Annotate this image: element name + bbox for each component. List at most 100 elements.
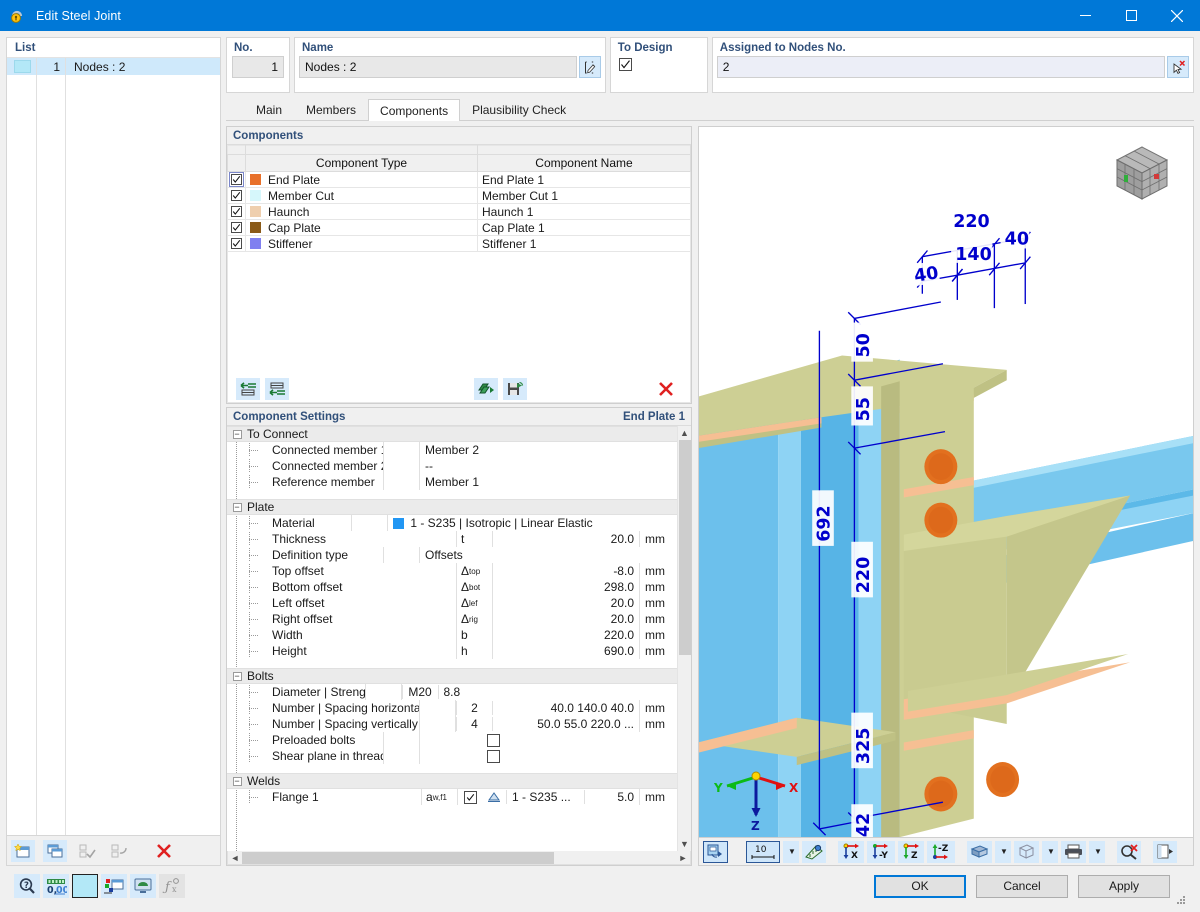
property-row-right-offset[interactable]: Right offset Δrig 20.0 mm: [227, 611, 677, 627]
row-component-name[interactable]: Haunch 1: [478, 204, 691, 220]
tab-members[interactable]: Members: [294, 99, 368, 120]
shear-plane-checkbox[interactable]: [487, 750, 500, 763]
scroll-up-arrow-icon[interactable]: ▲: [678, 426, 692, 440]
property-value[interactable]: 20.0: [493, 595, 639, 611]
view-in-z-icon[interactable]: Z: [898, 841, 924, 863]
ok-button[interactable]: OK: [874, 875, 966, 898]
table-row[interactable]: Cap Plate Cap Plate 1: [228, 220, 691, 236]
import-component-icon[interactable]: [474, 378, 498, 400]
preloaded-bolts-cell[interactable]: [420, 734, 566, 747]
view-in-negative-y-icon[interactable]: -Y: [867, 841, 895, 863]
weld-enabled-cell[interactable]: [458, 791, 482, 804]
weld-fillet-icon[interactable]: [482, 791, 506, 803]
row-component-type[interactable]: End Plate: [246, 172, 478, 188]
navigation-cube[interactable]: [1109, 142, 1175, 204]
insert-component-below-icon[interactable]: [265, 378, 289, 400]
property-value[interactable]: 20.0: [493, 531, 639, 547]
name-input[interactable]: Nodes : 2: [299, 56, 577, 78]
view-in-x-icon[interactable]: X: [838, 841, 864, 863]
property-row-connected-member-1[interactable]: Connected member 1 Member 2: [227, 442, 677, 458]
row-component-type[interactable]: Cap Plate: [246, 220, 478, 236]
no-input[interactable]: 1: [232, 56, 284, 78]
bolt-spacing-horizontal[interactable]: 40.0 140.0 40.0: [493, 700, 639, 716]
property-value[interactable]: 220.0: [493, 627, 639, 643]
edit-pencil-icon[interactable]: [579, 56, 601, 78]
property-value[interactable]: Member 1: [420, 474, 566, 490]
property-value[interactable]: -8.0: [493, 563, 639, 579]
property-grid[interactable]: − To Connect Connected member 1 Member 2: [227, 426, 691, 851]
hscroll-thumb[interactable]: [242, 852, 554, 864]
print-dropdown-arrow-icon[interactable]: ▼: [1089, 841, 1105, 863]
weld-thickness[interactable]: 5.0: [584, 790, 639, 804]
table-row[interactable]: Stiffener Stiffener 1: [228, 236, 691, 252]
row-checkbox-cell[interactable]: [228, 204, 246, 220]
list-item[interactable]: 1 Nodes : 2: [7, 58, 220, 75]
list-body[interactable]: 1 Nodes : 2: [7, 58, 220, 835]
pick-node-icon[interactable]: [1167, 56, 1189, 78]
bolt-strength-grade-value[interactable]: 8.8: [439, 684, 585, 700]
row-component-name[interactable]: End Plate 1: [478, 172, 691, 188]
row-checkbox[interactable]: [231, 238, 242, 249]
save-component-icon[interactable]: [503, 378, 527, 400]
property-row-diameter-strength-grade[interactable]: Diameter | Strength grade M20 8.8: [227, 684, 677, 700]
preloaded-bolts-checkbox[interactable]: [487, 734, 500, 747]
property-value[interactable]: Offsets: [420, 547, 566, 563]
insert-component-above-icon[interactable]: [236, 378, 260, 400]
render-mode-icon[interactable]: [703, 841, 728, 863]
resize-grip[interactable]: [1176, 894, 1186, 904]
property-row-number-spacing-vertically[interactable]: Number | Spacing vertically 4 50.0 55.0 …: [227, 716, 677, 732]
table-row[interactable]: Haunch Haunch 1: [228, 204, 691, 220]
property-value[interactable]: 20.0: [493, 611, 639, 627]
property-row-top-offset[interactable]: Top offset Δtop -8.0 mm: [227, 563, 677, 579]
new-joint-icon[interactable]: [11, 840, 35, 862]
cancel-button[interactable]: Cancel: [976, 875, 1068, 898]
tab-main[interactable]: Main: [244, 99, 294, 120]
row-checkbox[interactable]: [231, 174, 242, 185]
row-checkbox-cell[interactable]: [228, 188, 246, 204]
row-checkbox-cell[interactable]: [228, 220, 246, 236]
property-value[interactable]: 1 - S235 | Isotropic | Linear Elastic: [388, 515, 597, 531]
scroll-left-arrow-icon[interactable]: ◄: [228, 853, 242, 863]
to-design-checkbox[interactable]: [619, 58, 632, 71]
tab-components[interactable]: Components: [368, 99, 460, 121]
row-component-type[interactable]: Stiffener: [246, 236, 478, 252]
apply-button[interactable]: Apply: [1078, 875, 1170, 898]
bolt-count-vertical[interactable]: 4: [456, 717, 493, 731]
row-checkbox[interactable]: [231, 222, 242, 233]
collapse-toggle-icon[interactable]: −: [227, 672, 247, 681]
wireframe-box-icon[interactable]: [1014, 841, 1039, 863]
row-checkbox-cell[interactable]: [228, 236, 246, 252]
property-value[interactable]: 298.0: [493, 579, 639, 595]
display-style-dropdown-arrow-icon[interactable]: ▼: [995, 841, 1011, 863]
row-component-name[interactable]: Member Cut 1: [478, 188, 691, 204]
property-value[interactable]: --: [420, 458, 566, 474]
property-grid-vscrollbar[interactable]: ▲ ▼: [677, 426, 691, 851]
property-row-connected-member-2[interactable]: Connected member 2 --: [227, 458, 677, 474]
property-row-flange-1[interactable]: Flange 1 aw,f1: [227, 789, 677, 805]
show-panel-icon[interactable]: [1153, 841, 1177, 863]
property-grid-hscrollbar[interactable]: ◄ ►: [227, 851, 691, 865]
help-icon[interactable]: ?: [14, 874, 40, 898]
dimension-scale-icon[interactable]: 10: [746, 841, 780, 863]
property-row-reference-member[interactable]: Reference member Member 1: [227, 474, 677, 490]
delete-component-icon[interactable]: [654, 378, 678, 400]
property-row-left-offset[interactable]: Left offset Δlef 20.0 mm: [227, 595, 677, 611]
collapse-toggle-icon[interactable]: −: [227, 430, 247, 439]
property-row-shear-plane-in-thread[interactable]: Shear plane in thread: [227, 748, 677, 764]
vscroll-thumb[interactable]: [679, 440, 691, 655]
weld-enabled-checkbox[interactable]: [464, 791, 477, 804]
delete-joint-icon[interactable]: [152, 840, 176, 862]
row-component-name[interactable]: Cap Plate 1: [478, 220, 691, 236]
view-in-negative-z-icon[interactable]: -Z: [927, 841, 955, 863]
bolt-spacing-vertical[interactable]: 50.0 55.0 220.0 ...: [493, 716, 639, 732]
collapse-toggle-icon[interactable]: −: [227, 777, 247, 786]
property-row-bottom-offset[interactable]: Bottom offset Δbot 298.0 mm: [227, 579, 677, 595]
property-row-height[interactable]: Height h 690.0 mm: [227, 643, 677, 659]
property-row-number-spacing-horizontally[interactable]: Number | Spacing horizontally 2 40.0 140…: [227, 700, 677, 716]
property-row-thickness[interactable]: Thickness t 20.0 mm: [227, 531, 677, 547]
minimize-button[interactable]: [1062, 0, 1108, 31]
property-category-to-connect[interactable]: − To Connect: [227, 426, 677, 442]
row-checkbox[interactable]: [231, 190, 242, 201]
property-value[interactable]: 690.0: [493, 643, 639, 659]
row-component-type[interactable]: Member Cut: [246, 188, 478, 204]
